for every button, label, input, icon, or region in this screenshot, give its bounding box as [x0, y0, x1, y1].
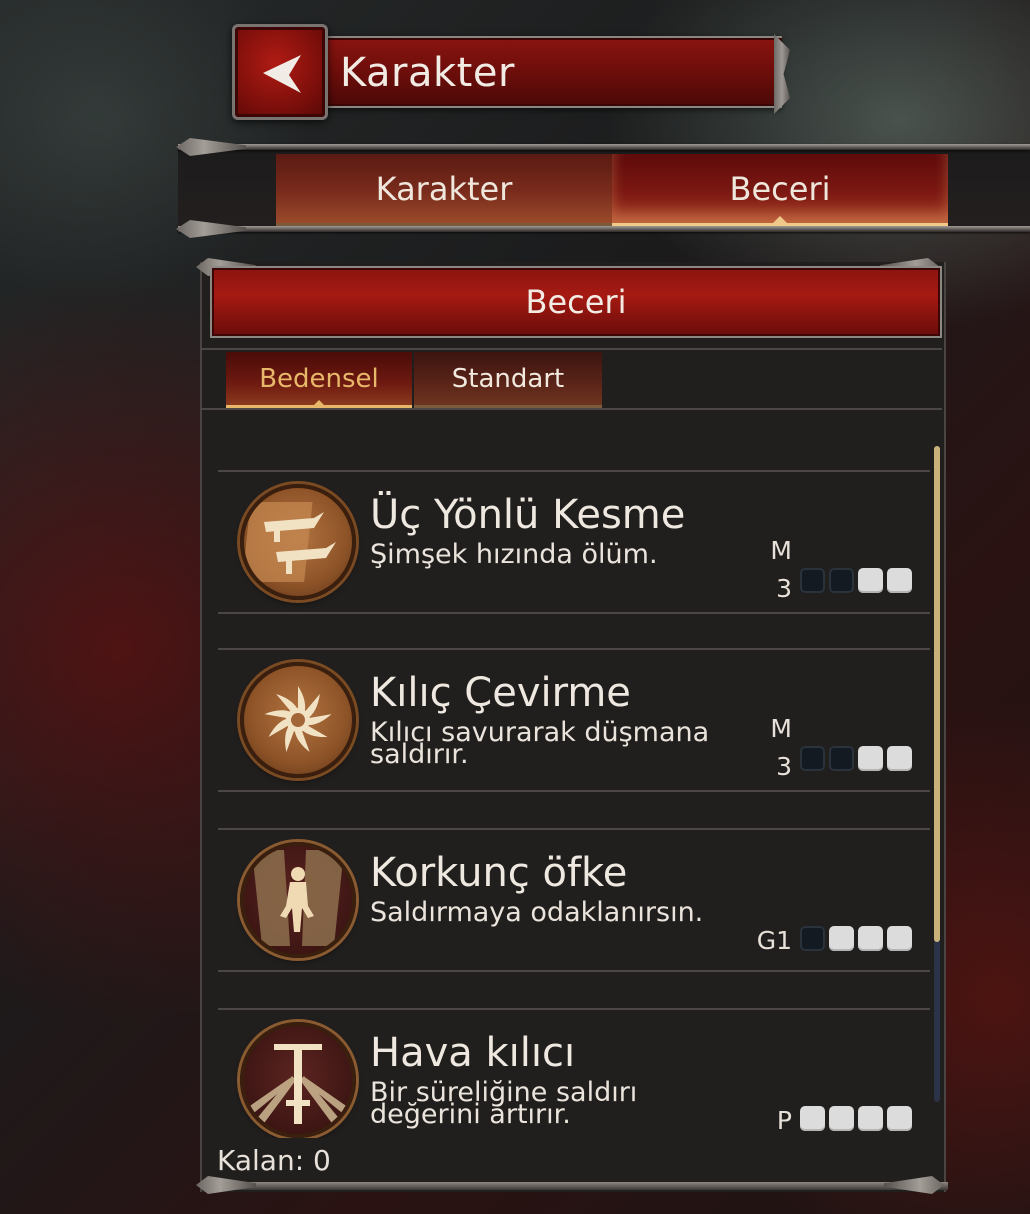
level-pip	[800, 1106, 825, 1131]
skill-description: Saldırmaya odaklanırsın.	[370, 897, 704, 928]
skill-description: Kılıcı savurarak düşmana saldırır.	[370, 717, 710, 770]
skill-name: Kılıç Çevirme	[370, 670, 631, 716]
level-pip	[800, 746, 825, 771]
level-pip	[887, 746, 912, 771]
skill-level-pips	[800, 746, 912, 771]
skill-name: Üç Yönlü Kesme	[370, 492, 686, 538]
level-pip	[829, 1106, 854, 1131]
panel-title: Beceri	[210, 266, 942, 338]
skill-name: Korkunç öfke	[370, 850, 628, 896]
spinning-blade-icon	[240, 662, 356, 778]
level-pip	[829, 568, 854, 593]
level-pip	[858, 1106, 883, 1131]
level-pip	[887, 926, 912, 951]
scrollbar-thumb[interactable]	[934, 446, 940, 942]
skill-description: Bir süreliğine saldırı değerini artırır.	[370, 1077, 638, 1130]
level-pip	[858, 568, 883, 593]
tab-karakter[interactable]: Karakter	[276, 154, 612, 226]
level-pip	[858, 746, 883, 771]
skill-row-kilic-cevirme[interactable]: Kılıç Çevirme Kılıcı savurarak düşmana s…	[218, 648, 930, 792]
tab-label: Karakter	[375, 169, 513, 208]
level-pip	[800, 926, 825, 951]
skill-cost: M 3	[770, 536, 792, 603]
remaining-points: Kalan: 0	[217, 1144, 331, 1177]
back-button[interactable]	[232, 24, 328, 120]
page-title: Karakter	[340, 50, 515, 96]
skill-level-pips	[800, 568, 912, 593]
tab-beceri[interactable]: Beceri	[612, 154, 948, 226]
skill-row-hava-kilici[interactable]: Hava kılıcı Bir süreliğine saldırı değer…	[218, 1008, 930, 1138]
skill-name: Hava kılıcı	[370, 1030, 576, 1076]
divider	[200, 348, 942, 350]
rage-warrior-icon	[240, 842, 356, 958]
skill-level-pips	[800, 1106, 912, 1131]
skill-row-korkunc-ofke[interactable]: Korkunç öfke Saldırmaya odaklanırsın. G1	[218, 828, 930, 972]
level-pip	[858, 926, 883, 951]
skill-cost: M 3	[770, 714, 792, 781]
air-sword-icon	[240, 1022, 356, 1138]
skill-row-uc-yonlu-kesme[interactable]: Üç Yönlü Kesme Şimşek hızında ölüm. M 3	[218, 470, 930, 614]
skill-cost: G1	[756, 926, 792, 955]
level-pip	[829, 746, 854, 771]
panel-title-label: Beceri	[525, 283, 627, 321]
header: Karakter	[232, 24, 788, 120]
panel-bottom-frame	[200, 1182, 948, 1190]
level-pip	[887, 1106, 912, 1131]
subtab-label: Bedensel	[259, 363, 379, 394]
level-pip	[800, 568, 825, 593]
subtab-label: Standart	[451, 363, 565, 394]
tab-label: Beceri	[729, 169, 831, 208]
level-pip	[829, 926, 854, 951]
subtab-standart[interactable]: Standart	[414, 352, 602, 408]
active-tab-caret-icon	[771, 216, 789, 225]
level-pip	[887, 568, 912, 593]
rail-bottom	[178, 226, 1030, 232]
back-arrow-icon	[263, 55, 301, 93]
skill-list[interactable]: Üç Yönlü Kesme Şimşek hızında ölüm. M 3	[210, 410, 932, 1138]
skill-description: Şimşek hızında ölüm.	[370, 539, 658, 570]
subtab-bedensel[interactable]: Bedensel	[226, 352, 412, 408]
triple-dagger-icon	[240, 484, 356, 600]
skill-cost: P	[776, 1106, 792, 1135]
active-subtab-caret-icon	[312, 400, 326, 407]
skill-level-pips	[800, 926, 912, 951]
rail-top	[178, 144, 1030, 150]
